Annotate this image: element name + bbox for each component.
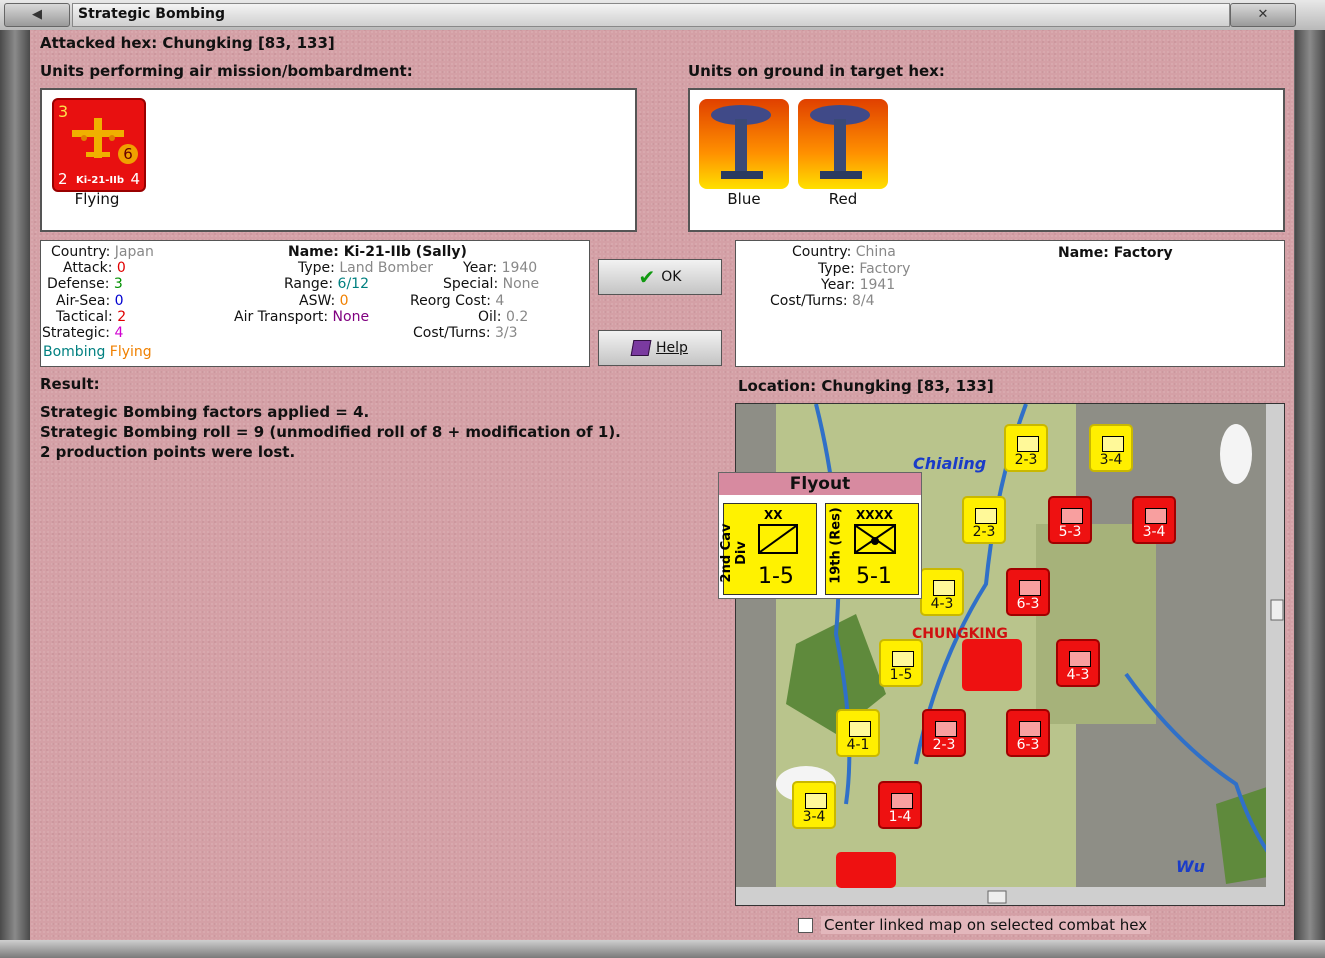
bomber-counter[interactable]: 3 6 2 Ki-21-IIb 4 (52, 98, 146, 192)
tactical-row: Tactical: 2 (56, 309, 127, 325)
flyout-title: Flyout (719, 473, 921, 495)
map-counter[interactable]: 6-3 (1006, 568, 1050, 616)
map-counter[interactable]: 2-3 (962, 496, 1006, 544)
attacker-stats-box: Country: Japan Attack: 0 Defense: 3 Air-… (40, 240, 590, 367)
cavalry-symbol-icon (758, 524, 798, 554)
map-counter[interactable]: 1-5 (879, 639, 923, 687)
wu-label: Wu (1176, 857, 1206, 876)
map-counter[interactable]: 3-4 (792, 781, 836, 829)
map-counter[interactable]: 5-3 (1048, 496, 1092, 544)
title-bar: ◀ Strategic Bombing ✕ (0, 0, 1325, 31)
bomber-name: Ki-21-IIb (76, 175, 124, 186)
window-title: Strategic Bombing (78, 6, 225, 22)
chialing-label: Chialing (913, 454, 987, 473)
target-section-label: Units on ground in target hex: (688, 62, 945, 80)
center-map-checkbox-row[interactable]: Center linked map on selected combat hex (798, 916, 1151, 934)
book-icon (630, 340, 652, 356)
factory-blue-counter[interactable] (699, 99, 789, 189)
flyout-unit-name: 2nd Cav Div (719, 523, 749, 583)
range-row: Range: 6/12 (284, 276, 369, 292)
map-counter[interactable]: 1-4 (878, 781, 922, 829)
strategic-row: Strategic: 4 (42, 325, 124, 341)
ok-button[interactable]: ✔ OK (598, 259, 722, 295)
factory-icon (810, 105, 870, 179)
factory-icon (711, 105, 771, 179)
target-name-row: Name: Factory (1058, 245, 1173, 261)
help-label: Help (656, 340, 688, 356)
map-location-label: Location: Chungking [83, 133] (738, 377, 994, 395)
flyout-panel: Flyout 2nd Cav Div XX 1-5 19th (Res) XXX… (718, 472, 922, 599)
map-counter-partial[interactable] (836, 852, 896, 888)
bottom-border (0, 940, 1325, 958)
attack-row: Attack: 0 (63, 260, 126, 276)
map-counter[interactable]: 4-3 (1056, 639, 1100, 687)
map-counter[interactable]: 2-3 (1004, 424, 1048, 472)
result-line: Strategic Bombing roll = 9 (unmodified r… (40, 423, 621, 441)
center-map-checkbox-label: Center linked map on selected combat hex (821, 916, 1151, 934)
asw-row: ASW: 0 (299, 293, 349, 309)
result-line: 2 production points were lost. (40, 443, 296, 461)
map-counter[interactable]: 2-3 (922, 709, 966, 757)
airtransport-row: Air Transport: None (234, 309, 370, 325)
left-border (0, 30, 30, 940)
map-counter[interactable]: 3-4 (1089, 424, 1133, 472)
factory-red-counter[interactable] (798, 99, 888, 189)
airsea-row: Air-Sea: 0 (56, 293, 124, 309)
name-row: Name: Ki-21-IIb (Sally) (288, 244, 467, 260)
target-type-row: Type: Factory (818, 261, 911, 277)
ok-label: OK (661, 269, 682, 285)
close-button[interactable]: ✕ (1230, 3, 1296, 27)
map-counter[interactable]: 4-1 (836, 709, 880, 757)
flyout-unit-size: XX (764, 508, 783, 522)
attacker-units-box: 3 6 2 Ki-21-IIb 4 Flying (40, 88, 637, 232)
flyout-unit[interactable]: 2nd Cav Div XX 1-5 (719, 503, 817, 595)
reorg-row: Reorg Cost: 4 (410, 293, 505, 309)
year-row: Year: 1940 (463, 260, 538, 276)
map-counter[interactable]: 4-3 (920, 568, 964, 616)
target-stats-box: Country: China Type: Factory Year: 1941 … (735, 240, 1285, 367)
reserve-symbol-icon (854, 524, 896, 554)
costturns-row: Cost/Turns: 3/3 (413, 325, 518, 341)
special-row: Special: None (443, 276, 540, 292)
map-counter[interactable]: 6-3 (1006, 709, 1050, 757)
defense-row: Defense: 3 (47, 276, 123, 292)
type-row: Type: Land Bomber (298, 260, 433, 276)
country-row: Country: Japan (51, 244, 154, 260)
target-country-row: Country: China (792, 244, 896, 260)
window-frame: ◀ Strategic Bombing ✕ Attacked hex: Chun… (0, 0, 1325, 958)
flyout-unit-name: 19th (Res) (828, 507, 844, 584)
bomber-label: Flying (74, 190, 120, 208)
bomber-defense-value: 4 (130, 170, 140, 188)
flyout-unit-value: 5-1 (856, 564, 892, 589)
map-counter[interactable]: 3-4 (1132, 496, 1176, 544)
title-box (72, 3, 1230, 27)
factory-red-label: Red (828, 190, 858, 208)
window-menu-button[interactable]: ◀ (4, 3, 70, 27)
center-map-checkbox[interactable] (798, 917, 813, 933)
result-line: Strategic Bombing factors applied = 4. (40, 403, 370, 421)
flyout-unit-value: 1-5 (758, 564, 794, 589)
bomber-map-counter[interactable] (962, 639, 1022, 691)
target-year-row: Year: 1941 (821, 277, 896, 293)
checkmark-icon: ✔ (638, 265, 656, 289)
bomber-strategic-value: 6 (118, 144, 138, 164)
target-units-box: Blue Red (688, 88, 1285, 232)
result-heading: Result: (40, 375, 100, 393)
oil-row: Oil: 0.2 (478, 309, 529, 325)
flyout-unit-size: XXXX (856, 508, 894, 522)
target-costturns-row: Cost/Turns: 8/4 (770, 293, 875, 309)
bomber-attack-value: 3 (58, 102, 69, 121)
bomber-tactical-value: 2 (58, 170, 68, 188)
attacker-section-label: Units performing air mission/bombardment… (40, 62, 413, 80)
factory-blue-label: Blue (727, 190, 761, 208)
flyout-unit[interactable]: 19th (Res) XXXX 5-1 (825, 503, 919, 595)
right-border (1295, 30, 1325, 940)
mission-row: Bombing Flying (43, 344, 152, 360)
attacked-hex-label: Attacked hex: Chungking [83, 133] (40, 34, 335, 52)
help-button[interactable]: Help (598, 330, 722, 366)
